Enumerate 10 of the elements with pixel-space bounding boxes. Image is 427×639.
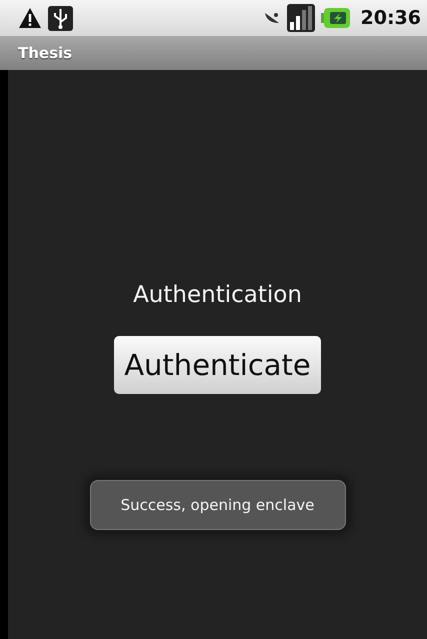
authenticate-button[interactable]: Authenticate bbox=[114, 336, 321, 394]
clock-time: 20:36 bbox=[360, 7, 421, 29]
toast-message: Success, opening enclave bbox=[90, 480, 346, 530]
app-title: Thesis bbox=[18, 44, 72, 62]
satellite-dish-icon bbox=[262, 11, 281, 25]
signal-icon bbox=[286, 4, 315, 32]
heading-label: Authentication bbox=[133, 282, 302, 308]
battery-charging-icon bbox=[320, 7, 351, 29]
warning-icon bbox=[18, 7, 42, 29]
usb-icon bbox=[48, 6, 73, 30]
